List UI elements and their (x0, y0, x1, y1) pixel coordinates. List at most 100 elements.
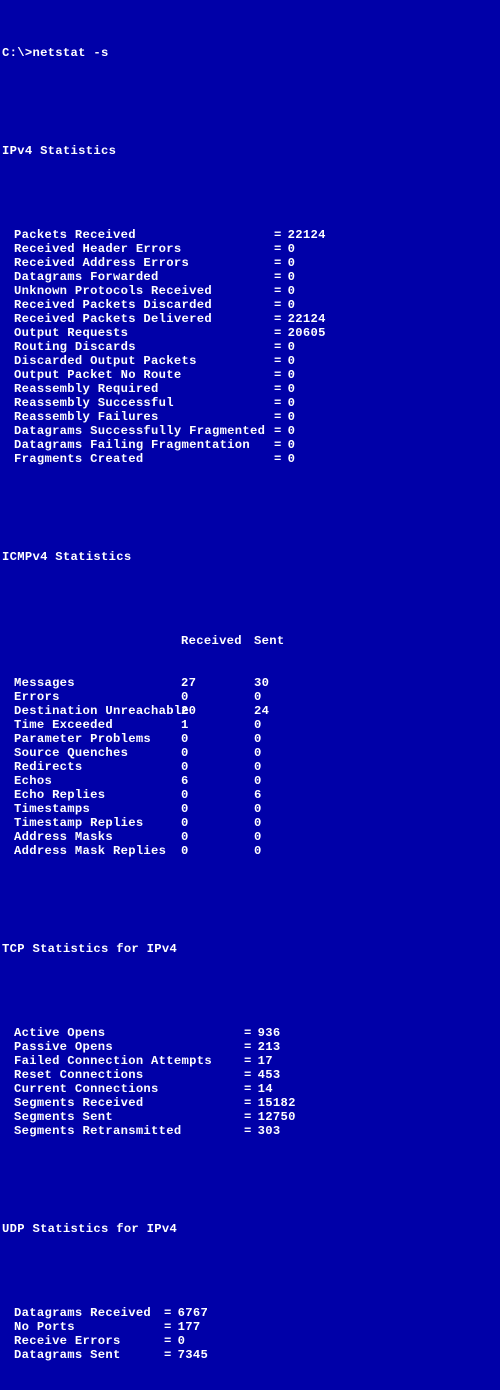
ipv4-stat-label: Fragments Created (14, 452, 274, 466)
tcp-stat-row: Segments Retransmitted=303 (14, 1124, 500, 1138)
equals-sign: = (274, 368, 282, 382)
ipv4-stat-label: Routing Discards (14, 340, 274, 354)
ipv4-stat-row: Reassembly Failures= 0 (14, 410, 500, 424)
equals-sign: = (274, 298, 282, 312)
icmp-stat-row: Destination Unreachable2024 (14, 704, 500, 718)
equals-sign: = (274, 270, 282, 284)
ipv4-stat-value: 0 (288, 284, 296, 298)
tcp-stat-value: 936 (258, 1026, 281, 1040)
icmp-stat-sent: 0 (254, 830, 262, 844)
tcp-stat-value: 303 (258, 1124, 281, 1138)
icmp-stat-label: Address Masks (14, 830, 181, 844)
tcp-stat-label: Reset Connections (14, 1068, 244, 1082)
ipv4-stat-label: Received Address Errors (14, 256, 274, 270)
tcp-stat-row: Current Connections= 14 (14, 1082, 500, 1096)
equals-sign: = (164, 1348, 172, 1362)
udp-stat-value: 177 (178, 1320, 201, 1334)
ipv4-stat-label: Reassembly Required (14, 382, 274, 396)
icmp-header-row: Received Sent (14, 634, 500, 648)
ipv4-stat-row: Packets Received=22124 (14, 228, 500, 242)
ipv4-stat-label: Reassembly Failures (14, 410, 274, 424)
equals-sign: = (274, 242, 282, 256)
udp-stat-row: Datagrams Received= 6767 (14, 1306, 500, 1320)
udp-stat-value: 6767 (178, 1306, 208, 1320)
icmp-header-sent: Sent (254, 634, 284, 648)
ipv4-stat-value: 0 (288, 354, 296, 368)
ipv4-stat-row: Discarded Output Packets=0 (14, 354, 500, 368)
tcp-stat-value: 14 (258, 1082, 273, 1096)
equals-sign: = (164, 1334, 172, 1348)
ipv4-stat-value: 0 (288, 298, 296, 312)
icmp-stat-row: Source Quenches00 (14, 746, 500, 760)
equals-sign: = (274, 228, 282, 242)
ipv4-stat-value: 0 (288, 256, 296, 270)
equals-sign: = (244, 1068, 252, 1082)
ipv4-stat-value: 0 (288, 438, 296, 452)
ipv4-stat-value: 0 (288, 340, 296, 354)
ipv4-stat-value: 0 (288, 396, 296, 410)
icmp-stat-received: 0 (181, 732, 254, 746)
equals-sign: = (274, 410, 282, 424)
equals-sign: = (274, 382, 282, 396)
udp-stat-label: Datagrams Sent (14, 1348, 164, 1362)
icmp-stat-label: Destination Unreachable (14, 704, 181, 718)
ipv4-stat-value: 0 (288, 424, 296, 438)
icmp-stat-sent: 0 (254, 732, 262, 746)
tcp-stat-label: Failed Connection Attempts (14, 1054, 244, 1068)
ipv4-stat-value: 0 (288, 270, 296, 284)
ipv4-stat-label: Received Packets Delivered (14, 312, 274, 326)
terminal-screen[interactable]: C:\>netstat -s IPv4 Statistics Packets R… (0, 0, 500, 1390)
ipv4-stat-label: Output Packet No Route (14, 368, 274, 382)
ipv4-stat-label: Datagrams Failing Fragmentation (14, 438, 274, 452)
icmp-stat-label: Echos (14, 774, 181, 788)
ipv4-stat-value: 20605 (288, 326, 326, 340)
equals-sign: = (244, 1054, 252, 1068)
icmp-stat-label: Timestamp Replies (14, 816, 181, 830)
ipv4-stat-label: Output Requests (14, 326, 274, 340)
ipv4-stat-value: 0 (288, 242, 296, 256)
icmp-stat-label: Timestamps (14, 802, 181, 816)
tcp-stat-label: Segments Sent (14, 1110, 244, 1124)
ipv4-stat-label: Unknown Protocols Received (14, 284, 274, 298)
ipv4-stat-row: Unknown Protocols Received=0 (14, 284, 500, 298)
ipv4-stat-label: Packets Received (14, 228, 274, 242)
icmp-stat-label: Source Quenches (14, 746, 181, 760)
ipv4-stat-value: 0 (288, 410, 296, 424)
ipv4-stat-row: Datagrams Successfully Fragmented=0 (14, 424, 500, 438)
tcp-stat-row: Passive Opens=213 (14, 1040, 500, 1054)
equals-sign: = (244, 1082, 252, 1096)
tcp-stat-label: Active Opens (14, 1026, 244, 1040)
equals-sign: = (244, 1124, 252, 1138)
command-prompt: C:\>netstat -s (2, 46, 500, 60)
equals-sign: = (274, 396, 282, 410)
icmp-stat-label: Errors (14, 690, 181, 704)
icmp-stat-sent: 0 (254, 816, 262, 830)
tcp-stat-label: Passive Opens (14, 1040, 244, 1054)
icmp-stat-label: Redirects (14, 760, 181, 774)
tcp-stat-value: 453 (258, 1068, 281, 1082)
ipv4-stat-value: 0 (288, 368, 296, 382)
ipv4-stat-row: Received Packets Discarded=0 (14, 298, 500, 312)
icmp-stat-row: Messages2730 (14, 676, 500, 690)
ipv4-stat-row: Received Address Errors= 0 (14, 256, 500, 270)
icmp-stat-received: 0 (181, 802, 254, 816)
udp-stat-value: 0 (178, 1334, 186, 1348)
tcp-stat-value: 213 (258, 1040, 281, 1054)
icmp-stat-received: 27 (181, 676, 254, 690)
icmp-stat-received: 0 (181, 816, 254, 830)
udp-stat-label: Datagrams Received (14, 1306, 164, 1320)
icmp-header-received: Received (181, 634, 254, 648)
equals-sign: = (274, 256, 282, 270)
equals-sign: = (164, 1320, 172, 1334)
ipv4-stat-value: 0 (288, 382, 296, 396)
equals-sign: = (164, 1306, 172, 1320)
tcp-stat-row: Segments Received=15182 (14, 1096, 500, 1110)
ipv4-stat-row: Output Packet No Route= 0 (14, 368, 500, 382)
udp-stat-label: Receive Errors (14, 1334, 164, 1348)
ipv4-stat-row: Routing Discards=0 (14, 340, 500, 354)
icmp-stat-received: 0 (181, 746, 254, 760)
tcp-stat-label: Current Connections (14, 1082, 244, 1096)
tcp-stat-row: Reset Connections= 453 (14, 1068, 500, 1082)
equals-sign: = (274, 312, 282, 326)
icmp-stat-sent: 0 (254, 746, 262, 760)
